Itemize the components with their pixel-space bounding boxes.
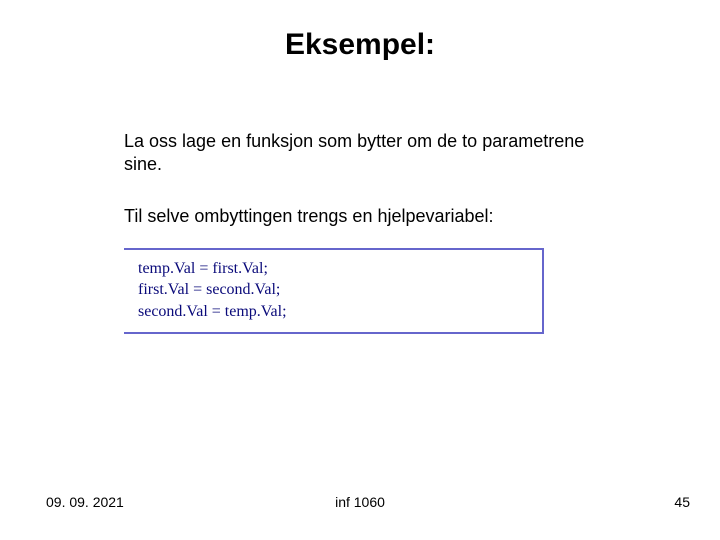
footer-course: inf 1060: [0, 494, 720, 510]
code-box: temp.Val = first.Val; first.Val = second…: [124, 248, 544, 335]
slide-body: La oss lage en funksjon som bytter om de…: [124, 130, 604, 334]
footer-page-number: 45: [674, 494, 690, 510]
slide: Eksempel: La oss lage en funksjon som by…: [0, 0, 720, 540]
code-line-2: first.Val = second.Val;: [138, 279, 532, 301]
paragraph-intro: La oss lage en funksjon som bytter om de…: [124, 130, 604, 175]
paragraph-helper: Til selve ombyttingen trengs en hjelpeva…: [124, 205, 604, 228]
slide-title: Eksempel:: [0, 28, 720, 62]
code-line-3: second.Val = temp.Val;: [138, 301, 532, 323]
code-line-1: temp.Val = first.Val;: [138, 258, 532, 280]
